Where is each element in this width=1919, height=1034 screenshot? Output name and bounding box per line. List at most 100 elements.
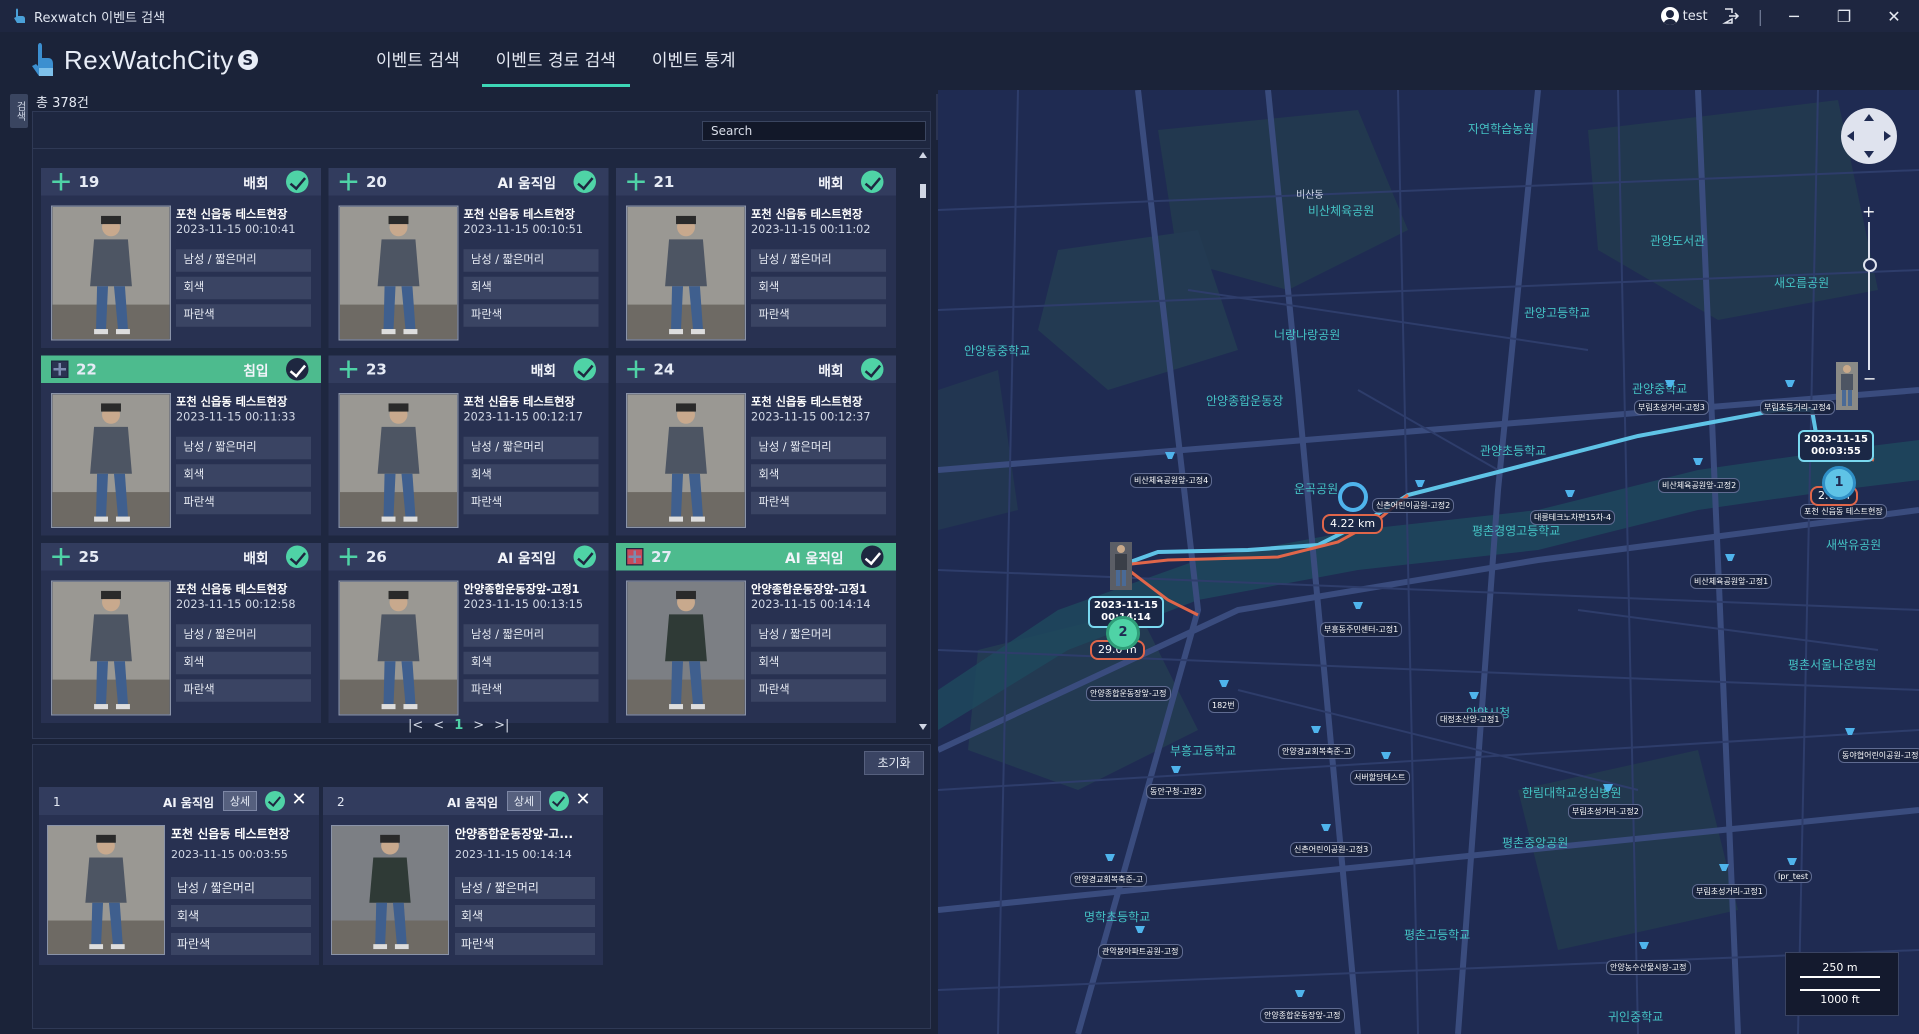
cctv-camera-icon[interactable] bbox=[1320, 822, 1332, 834]
check-icon[interactable] bbox=[265, 791, 285, 811]
last-page-button[interactable]: >| bbox=[494, 718, 509, 733]
cctv-camera-icon[interactable] bbox=[1718, 862, 1730, 874]
search-panel-toggle[interactable]: 검색 bbox=[10, 94, 28, 128]
cctv-camera-icon[interactable] bbox=[1564, 488, 1576, 500]
remove-icon[interactable] bbox=[626, 548, 644, 566]
check-icon[interactable] bbox=[861, 545, 884, 568]
cctv-camera-icon[interactable] bbox=[1170, 764, 1182, 776]
event-card[interactable]: 24 배회 포천 신읍동 테스트현장 2023-11-15 00:12:37 남성 / … bbox=[616, 355, 896, 536]
event-card[interactable]: 20 AI 움직임 포천 신읍동 테스트현장 2023-11-15 00:10:51 남… bbox=[328, 168, 609, 348]
cctv-camera-icon[interactable] bbox=[1352, 600, 1364, 612]
tab-event-search[interactable]: 이벤트 검색 bbox=[362, 32, 474, 84]
check-icon[interactable] bbox=[861, 358, 884, 381]
zoom-slider[interactable]: + − bbox=[1861, 202, 1877, 388]
map-view[interactable]: 자연학습농원 비산체육공원 관양도서관 새오름공원 너랑나랑공원 관양고등학교 … bbox=[938, 90, 1919, 1034]
zoom-in-icon[interactable]: + bbox=[1862, 202, 1875, 221]
close-button[interactable]: ✕ bbox=[1869, 0, 1919, 32]
current-page[interactable]: 1 bbox=[454, 718, 463, 733]
cctv-camera-icon[interactable] bbox=[1380, 750, 1392, 762]
cctv-camera-icon[interactable] bbox=[1844, 726, 1856, 738]
pan-left-icon[interactable] bbox=[1847, 131, 1854, 141]
next-page-button[interactable]: > bbox=[473, 718, 484, 733]
camera-label[interactable]: 안양경교회복축준-고 bbox=[1278, 744, 1356, 759]
event-thumbnail[interactable] bbox=[338, 205, 459, 341]
tab-event-statistics[interactable]: 이벤트 통계 bbox=[638, 32, 750, 84]
event-thumbnail[interactable] bbox=[626, 393, 746, 528]
remove-icon[interactable]: ✕ bbox=[573, 790, 593, 810]
detail-button[interactable]: 상세 bbox=[507, 791, 541, 811]
event-thumbnail[interactable] bbox=[338, 580, 459, 716]
event-card[interactable]: 27 AI 움직임 안양종합운동장앞-고정1 2023-11-15 00:14:14 남… bbox=[616, 543, 896, 723]
add-icon[interactable] bbox=[51, 172, 71, 192]
cctv-camera-icon[interactable] bbox=[1692, 456, 1704, 468]
logout-icon[interactable] bbox=[1721, 7, 1740, 25]
camera-label[interactable]: 대릉테크노차편15차-4 bbox=[1530, 510, 1616, 525]
cctv-camera-icon[interactable] bbox=[1784, 378, 1796, 390]
cctv-camera-icon[interactable] bbox=[1164, 450, 1176, 462]
zoom-out-icon[interactable]: − bbox=[1863, 369, 1876, 388]
camera-label[interactable]: 신촌어린이공원-고정3 bbox=[1290, 842, 1373, 857]
check-icon[interactable] bbox=[286, 545, 309, 568]
event-thumbnail[interactable] bbox=[51, 393, 171, 528]
event-thumbnail[interactable] bbox=[331, 825, 449, 955]
zoom-knob[interactable] bbox=[1863, 258, 1877, 272]
add-icon[interactable] bbox=[51, 547, 71, 567]
maximize-button[interactable]: ❐ bbox=[1819, 0, 1869, 32]
event-thumbnail[interactable] bbox=[51, 205, 171, 341]
check-icon[interactable] bbox=[861, 170, 884, 193]
cctv-camera-icon[interactable] bbox=[1218, 678, 1230, 690]
search-input[interactable]: Search bbox=[702, 121, 926, 141]
camera-label[interactable]: 부림초등거리-고정4 bbox=[1760, 400, 1835, 415]
grid-icon[interactable] bbox=[51, 360, 69, 378]
add-icon[interactable] bbox=[339, 359, 359, 379]
cctv-camera-icon[interactable] bbox=[1104, 852, 1116, 864]
add-icon[interactable] bbox=[339, 172, 359, 192]
scroll-up-icon[interactable] bbox=[919, 152, 927, 158]
check-icon[interactable] bbox=[573, 170, 596, 193]
camera-label[interactable]: 부림초성거리-고정2 bbox=[1568, 804, 1643, 819]
add-icon[interactable] bbox=[339, 547, 359, 567]
event-card[interactable]: 23 배회 포천 신읍동 테스트현장 2023-11-15 00:12:17 남성 / … bbox=[328, 355, 609, 536]
selected-event-card[interactable]: 2 AI 움직임 상세 ✕ 안양종합운동장앞-고... 2023-11-15 00:14:… bbox=[323, 787, 603, 965]
camera-label[interactable]: 안양농수산물시장-고정 bbox=[1606, 960, 1691, 975]
detail-button[interactable]: 상세 bbox=[223, 791, 257, 811]
camera-label[interactable]: 부림초성거리-고정3 bbox=[1634, 400, 1709, 415]
cctv-camera-icon[interactable] bbox=[1602, 782, 1614, 794]
map-pan-control[interactable] bbox=[1841, 108, 1897, 164]
camera-label[interactable]: Ipr_test bbox=[1774, 870, 1813, 883]
event-card[interactable]: 21 배회 포천 신읍동 테스트현장 2023-11-15 00:11:02 남성 / … bbox=[616, 168, 896, 348]
pan-right-icon[interactable] bbox=[1884, 131, 1891, 141]
event-card[interactable]: 22 침입 포천 신읍동 테스트현장 2023-11-15 00:11:33 남성 / … bbox=[41, 355, 321, 536]
event-thumbnail[interactable] bbox=[47, 825, 165, 955]
camera-label[interactable]: 포천 신읍동 테스트현장 bbox=[1800, 504, 1887, 519]
check-icon[interactable] bbox=[286, 170, 309, 193]
camera-label[interactable]: 안양종합운동장앞-고정 bbox=[1260, 1008, 1345, 1023]
add-icon[interactable] bbox=[626, 172, 646, 192]
cctv-camera-icon[interactable] bbox=[1468, 690, 1480, 702]
check-icon[interactable] bbox=[573, 358, 596, 381]
user-menu[interactable]: test bbox=[1660, 7, 1708, 25]
pan-up-icon[interactable] bbox=[1864, 114, 1874, 121]
first-page-button[interactable]: |< bbox=[408, 718, 423, 733]
event-thumbnail[interactable] bbox=[626, 580, 746, 716]
check-icon[interactable] bbox=[286, 358, 309, 381]
scroll-down-icon[interactable] bbox=[919, 724, 927, 730]
camera-label[interactable]: 동안구청-고정2 bbox=[1146, 784, 1207, 799]
check-icon[interactable] bbox=[573, 545, 596, 568]
camera-label[interactable]: 부흥동주민센터-고정1 bbox=[1320, 622, 1403, 637]
pan-down-icon[interactable] bbox=[1864, 151, 1874, 158]
route-marker-start[interactable]: 1 bbox=[1822, 466, 1856, 500]
cctv-camera-icon[interactable] bbox=[1294, 988, 1306, 1000]
camera-label[interactable]: 부림초성거리-고정1 bbox=[1692, 884, 1767, 899]
camera-label[interactable]: 비산체육공원앞-고정1 bbox=[1690, 574, 1773, 589]
cctv-camera-icon[interactable] bbox=[1310, 724, 1322, 736]
cctv-camera-icon[interactable] bbox=[1664, 378, 1676, 390]
event-card[interactable]: 19 배회 포천 신읍동 테스트현장 2023-11-15 00:10:41 남성 / … bbox=[41, 168, 321, 348]
camera-label[interactable]: 안양경교회복축준-고 bbox=[1070, 872, 1148, 887]
remove-icon[interactable]: ✕ bbox=[289, 790, 309, 810]
event-card[interactable]: 25 배회 포천 신읍동 테스트현장 2023-11-15 00:12:58 남성 / … bbox=[41, 543, 321, 723]
camera-label[interactable]: 안양종합운동장앞-고정 bbox=[1086, 686, 1171, 701]
camera-label[interactable]: 비산체육공원앞-고정4 bbox=[1130, 473, 1213, 488]
reset-button[interactable]: 초기화 bbox=[864, 751, 924, 775]
scroll-thumb[interactable] bbox=[920, 184, 926, 198]
